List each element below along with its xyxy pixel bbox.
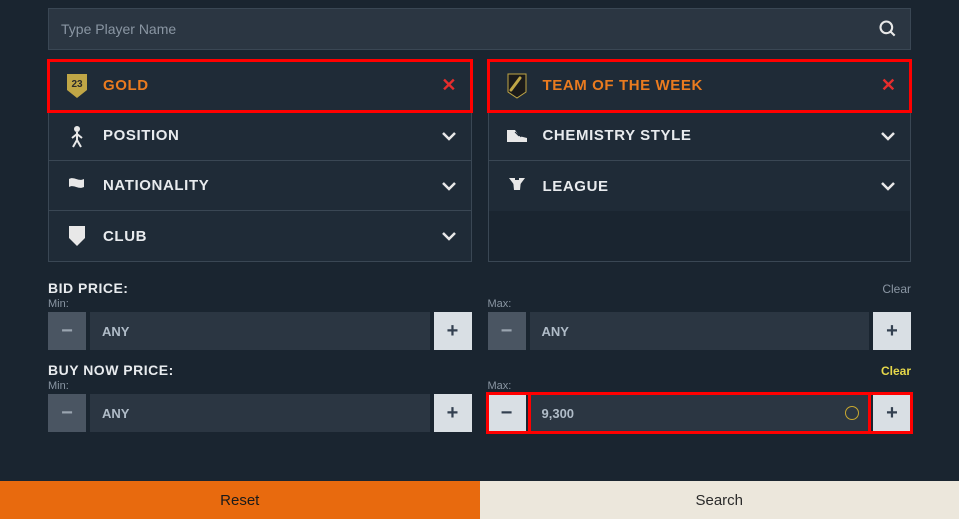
svg-text:23: 23 [71, 79, 83, 90]
player-search-input[interactable] [61, 21, 878, 37]
buynow-price-section: BUY NOW PRICE: Clear Min: − ANY + Max: −… [48, 362, 911, 432]
bid-max-stepper: − ANY + [488, 312, 912, 350]
footer-actions: Reset Search [0, 481, 959, 519]
buynow-max-value[interactable]: 9,300 [530, 394, 870, 432]
filter-rarity[interactable]: TEAM OF THE WEEK ✕ [489, 61, 911, 111]
buynow-clear-button[interactable]: Clear [881, 364, 911, 378]
buynow-price-title: BUY NOW PRICE: [48, 362, 174, 378]
chevron-down-icon [880, 131, 896, 141]
chemistry-boot-icon [503, 128, 531, 144]
club-shield-icon [63, 224, 91, 248]
bid-max-label: Max: [488, 298, 912, 310]
bid-min-decrement[interactable]: − [48, 312, 86, 350]
buynow-min-increment[interactable]: + [434, 394, 472, 432]
buynow-max-decrement[interactable]: − [488, 394, 526, 432]
buynow-max-label: Max: [488, 380, 912, 392]
chevron-down-icon [441, 131, 457, 141]
bid-price-title: BID PRICE: [48, 280, 128, 296]
search-button[interactable]: Search [480, 481, 959, 519]
buynow-min-label: Min: [48, 380, 472, 392]
chevron-down-icon [441, 181, 457, 191]
filter-nationality-label: NATIONALITY [103, 177, 441, 194]
bid-min-label: Min: [48, 298, 472, 310]
reset-button[interactable]: Reset [0, 481, 480, 519]
clear-rarity-icon[interactable]: ✕ [881, 75, 896, 96]
buynow-max-stepper: − 9,300 + [488, 394, 912, 432]
filter-league-label: LEAGUE [543, 178, 881, 195]
filter-league[interactable]: LEAGUE [489, 161, 911, 211]
bid-price-section: BID PRICE: Clear Min: − ANY + Max: − ANY… [48, 280, 911, 350]
filter-position-label: POSITION [103, 127, 441, 144]
bid-min-increment[interactable]: + [434, 312, 472, 350]
nationality-icon [63, 176, 91, 196]
bid-max-value[interactable]: ANY [530, 312, 870, 350]
bid-min-value[interactable]: ANY [90, 312, 430, 350]
buynow-min-decrement[interactable]: − [48, 394, 86, 432]
filter-position[interactable]: POSITION [49, 111, 471, 161]
buynow-max-increment[interactable]: + [873, 394, 911, 432]
bid-max-increment[interactable]: + [873, 312, 911, 350]
filter-club-label: CLUB [103, 228, 441, 245]
filter-chemstyle-label: CHEMISTRY STYLE [543, 127, 881, 144]
filter-quality-label: GOLD [103, 77, 441, 94]
search-icon[interactable] [878, 19, 898, 39]
league-trophy-icon [503, 176, 531, 196]
buynow-min-stepper: − ANY + [48, 394, 472, 432]
buynow-min-value-text: ANY [102, 406, 129, 421]
bid-max-decrement[interactable]: − [488, 312, 526, 350]
buynow-max-value-text: 9,300 [542, 406, 575, 421]
clear-quality-icon[interactable]: ✕ [441, 75, 456, 96]
bid-max-value-text: ANY [542, 324, 569, 339]
coin-icon [845, 406, 859, 420]
player-search-bar[interactable] [48, 8, 911, 50]
rarity-card-icon [503, 72, 531, 100]
position-icon [63, 124, 91, 148]
filters-right-col: TEAM OF THE WEEK ✕ CHEMISTRY STYLE LEAGU… [488, 60, 912, 262]
quality-badge-icon: 23 [63, 72, 91, 100]
bid-clear-button[interactable]: Clear [882, 282, 911, 296]
filter-quality[interactable]: 23 GOLD ✕ [49, 61, 471, 111]
filter-club[interactable]: CLUB [49, 211, 471, 261]
filter-rarity-label: TEAM OF THE WEEK [543, 77, 881, 94]
chevron-down-icon [880, 181, 896, 191]
filter-chemistry-style[interactable]: CHEMISTRY STYLE [489, 111, 911, 161]
bid-min-value-text: ANY [102, 324, 129, 339]
buynow-min-value[interactable]: ANY [90, 394, 430, 432]
chevron-down-icon [441, 231, 457, 241]
filters-left-col: 23 GOLD ✕ POSITION NATIONALITY [48, 60, 472, 262]
filter-nationality[interactable]: NATIONALITY [49, 161, 471, 211]
filters-grid: 23 GOLD ✕ POSITION NATIONALITY [48, 60, 911, 262]
bid-min-stepper: − ANY + [48, 312, 472, 350]
